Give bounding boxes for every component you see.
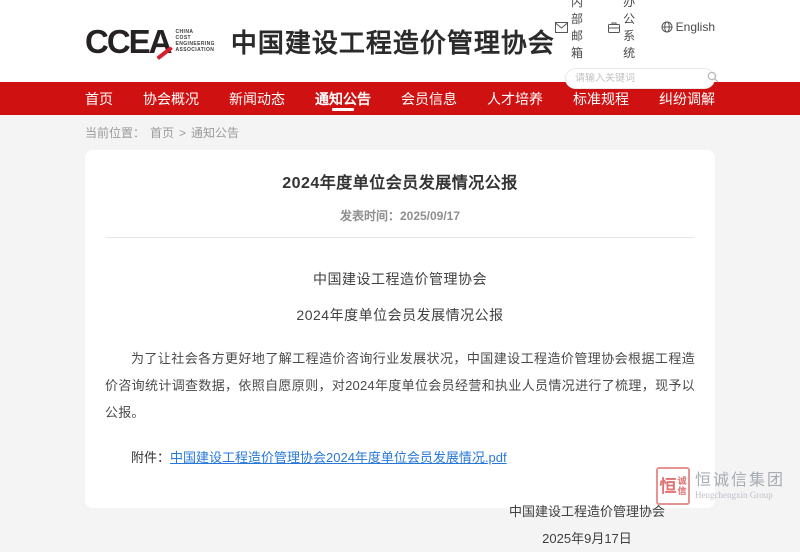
logo-acronym: CCEA: [85, 25, 171, 58]
breadcrumb-current-link[interactable]: 通知公告: [191, 124, 239, 141]
mail-icon: [555, 22, 568, 33]
english-link[interactable]: English: [661, 20, 715, 34]
nav-item-members[interactable]: 会员信息: [401, 82, 457, 115]
breadcrumb: 当前位置： 首页 > 通知公告: [85, 124, 715, 141]
breadcrumb-separator: >: [179, 126, 186, 140]
doc-heading-title: 2024年度单位会员发展情况公报: [105, 305, 695, 325]
signature-date: 2025年9月17日: [509, 525, 665, 552]
signature-block: 中国建设工程造价管理协会 2025年9月17日: [105, 498, 695, 552]
seal-char-top: 诚: [677, 476, 686, 486]
quick-links: 内部邮箱 办公系统 English: [555, 0, 715, 61]
mail-link-label: 内部邮箱: [571, 0, 594, 61]
watermark-name: 恒诚信集团: [695, 472, 785, 490]
mail-link[interactable]: 内部邮箱: [555, 0, 594, 61]
header-utilities: 内部邮箱 办公系统 English: [555, 0, 715, 89]
brand: CCEA CHINA COST ENGINEERING ASSOCIATION …: [85, 23, 555, 60]
briefcase-icon: [608, 22, 620, 33]
globe-icon: [661, 21, 673, 33]
office-system-link[interactable]: 办公系统: [608, 0, 647, 61]
article-title: 2024年度单位会员发展情况公报: [105, 150, 695, 193]
doc-heading-org: 中国建设工程造价管理协会: [105, 269, 695, 289]
nav-item-standards[interactable]: 标准规程: [573, 82, 629, 115]
doc-paragraph: 为了让社会各方更好地了解工程造价咨询行业发展状况，中国建设工程造价管理协会根据工…: [105, 345, 695, 426]
breadcrumb-label: 当前位置：: [85, 124, 145, 141]
nav-item-notices[interactable]: 通知公告: [315, 82, 371, 115]
attachment-label: 附件：: [131, 450, 170, 465]
signature-org: 中国建设工程造价管理协会: [509, 498, 665, 525]
watermark-name-en: Hengchengxin Group: [695, 490, 785, 500]
nav-item-mediation[interactable]: 纠纷调解: [659, 82, 715, 115]
main-nav: 首页 协会概况 新闻动态 通知公告 会员信息 人才培养 标准规程 纠纷调解: [0, 82, 800, 115]
breadcrumb-home-link[interactable]: 首页: [150, 124, 174, 141]
nav-item-home[interactable]: 首页: [85, 82, 113, 115]
article-date-value: 2025/09/17: [400, 209, 460, 223]
office-system-label: 办公系统: [623, 0, 647, 61]
title-divider: [105, 237, 695, 238]
attachment-pdf-link[interactable]: 中国建设工程造价管理协会2024年度单位会员发展情况.pdf: [170, 450, 507, 465]
site-header: CCEA CHINA COST ENGINEERING ASSOCIATION …: [0, 0, 800, 82]
article-card: 2024年度单位会员发展情况公报 发表时间：2025/09/17 中国建设工程造…: [85, 150, 715, 508]
nav-item-about[interactable]: 协会概况: [143, 82, 199, 115]
attachment-row: 附件：中国建设工程造价管理协会2024年度单位会员发展情况.pdf: [105, 447, 695, 466]
hengchengxin-seal-icon: 恒 诚 信: [656, 467, 690, 505]
english-link-label: English: [676, 20, 715, 34]
hengchengxin-watermark: 恒 诚 信 恒诚信集团 Hengchengxin Group: [656, 467, 785, 505]
article-date-label: 发表时间：: [340, 209, 400, 223]
nav-item-training[interactable]: 人才培养: [487, 82, 543, 115]
seal-char-bottom: 信: [677, 486, 686, 496]
article-date: 发表时间：2025/09/17: [105, 207, 695, 224]
seal-char-main: 恒: [659, 478, 676, 495]
nav-item-news[interactable]: 新闻动态: [229, 82, 285, 115]
logo-subtext: CHINA COST ENGINEERING ASSOCIATION: [176, 29, 215, 53]
ccea-logo: CCEA CHINA COST ENGINEERING ASSOCIATION: [85, 25, 215, 58]
site-title: 中国建设工程造价管理协会: [231, 23, 555, 60]
